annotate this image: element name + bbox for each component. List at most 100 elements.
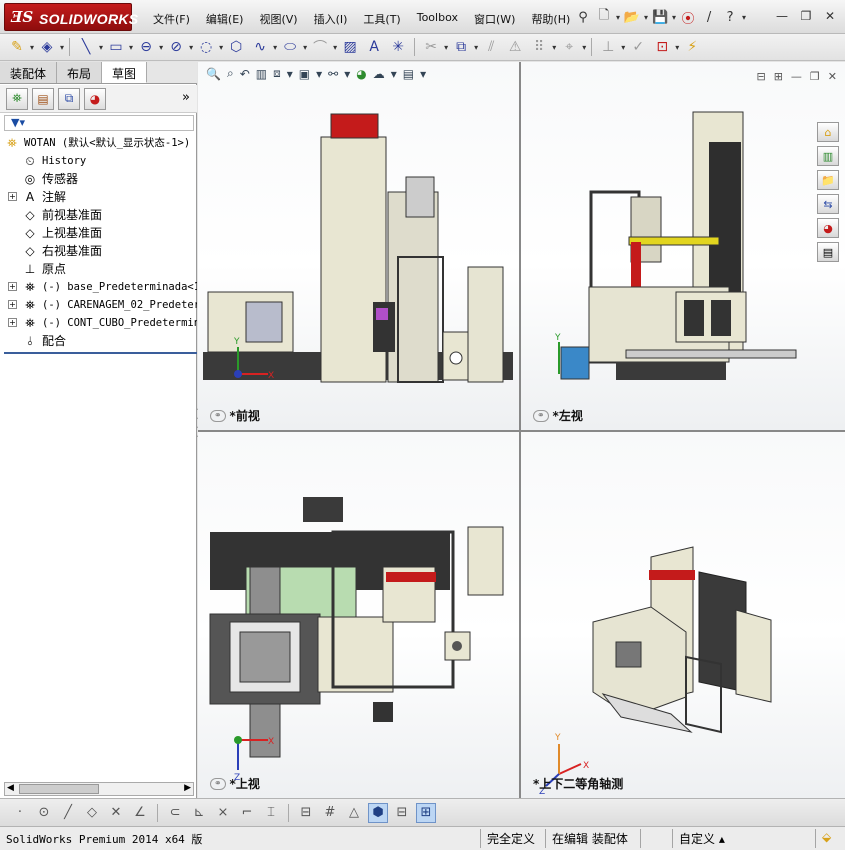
units-selector[interactable]: 自定义 ▴ [672,829,752,848]
tree-filter[interactable]: ▼▾ [4,115,194,131]
chevron-down-icon[interactable]: ▾ [316,67,322,81]
two-view-icon[interactable]: ⊟ [392,803,412,823]
tree-item[interactable]: ◇ 上视基准面 [0,224,197,242]
chevron-down-icon[interactable]: ▾ [444,43,448,52]
link-views-icon[interactable]: ⚭ [210,409,226,422]
link-views-icon[interactable]: ⊟ [756,70,765,83]
chevron-down-icon[interactable]: ▾ [742,13,746,22]
chevron-down-icon[interactable]: ▾ [420,67,426,81]
tree-item[interactable]: + A 注解 [0,188,197,206]
section-view-icon[interactable]: ▥ [256,67,267,81]
appearances-icon[interactable]: ◕ [817,218,839,238]
tree-root-assembly[interactable]: ⛯ WOTAN (默认<默认_显示状态-1>) [0,134,197,152]
chevron-down-icon[interactable]: ▾ [129,43,133,52]
chevron-down-icon[interactable]: ▾ [675,43,679,52]
feature-manager-icon[interactable]: ⛯ [6,87,28,110]
menu-help[interactable]: 帮助(H) [523,9,578,29]
rapid-sketch-icon[interactable]: ⊡ [651,36,673,58]
zoom-to-area-icon[interactable]: ⌕ [227,66,234,81]
help-icon[interactable]: ? [721,8,739,26]
tab-assembly[interactable]: 装配体 [0,62,58,83]
chevron-down-icon[interactable]: ▾ [30,43,34,52]
menu-toolbox[interactable]: Toolbox [409,9,466,29]
minimize-icon[interactable]: — [791,70,802,83]
text-icon[interactable]: A [363,36,385,58]
rectangle-icon[interactable]: ▭ [105,36,127,58]
offset-icon[interactable]: ⫽ [480,36,502,58]
circle-icon[interactable]: ⊙ [34,803,54,823]
previous-view-icon[interactable]: ↶ [240,67,250,81]
plane-icon[interactable]: ▨ [339,36,361,58]
isometric-cube-icon[interactable]: ⬢ [368,802,388,823]
view-palette-icon[interactable]: ⇆ [817,194,839,214]
move-entities-icon[interactable]: ⌖ [558,36,580,58]
tree-item[interactable]: + ⛯ (-) CONT_CUBO_Predeterminada<1> [0,314,197,332]
link-views-icon[interactable]: ⚭ [533,409,549,422]
line-icon[interactable]: ╱ [58,803,78,823]
chevron-down-icon[interactable]: ▾ [644,13,648,22]
convert-entities-icon[interactable]: ⧉ [450,36,472,58]
tree-item[interactable]: ◇ 右视基准面 [0,242,197,260]
chevron-down-icon[interactable]: ▾ [552,43,556,52]
tree-item[interactable]: ⏲ History [0,152,197,170]
split-view-icon[interactable]: ⊞ [774,70,783,83]
minimize-icon[interactable]: — [773,8,791,24]
chevron-down-icon[interactable]: ▾ [189,43,193,52]
corner-icon[interactable]: ⌐ [237,803,257,823]
chevron-down-icon[interactable]: ▾ [672,13,676,22]
smart-dimension-icon[interactable]: ◈ [36,36,58,58]
chevron-down-icon[interactable]: ▾ [159,43,163,52]
spline-icon[interactable]: ∿ [249,36,271,58]
chevron-down-icon[interactable]: ▾ [287,67,293,81]
tree-item[interactable]: ⫰ 配合 [0,332,197,350]
chevron-down-icon[interactable]: ▾ [219,43,223,52]
slot-icon[interactable]: ⊖ [135,36,157,58]
menu-tools[interactable]: 工具(T) [355,9,408,29]
display-relations-icon[interactable]: ⊥ [597,36,619,58]
home-icon[interactable]: ⌂ [817,122,839,142]
display-style-icon[interactable]: ▣ [299,67,310,81]
options-icon[interactable]: / [700,8,718,26]
scroll-left-icon[interactable]: ◀ [7,783,14,793]
property-manager-icon[interactable]: ▤ [32,87,54,110]
restore-icon[interactable]: ❐ [810,70,820,83]
sketch-icon[interactable]: ✎ [6,36,28,58]
angle-icon[interactable]: ∠ [130,803,150,823]
pin-icon[interactable]: ⚲ [574,8,592,26]
display-manager-icon[interactable]: ◕ [84,87,106,110]
chevron-down-icon[interactable]: ▾ [99,43,103,52]
horizontal-icon[interactable]: ⊟ [296,803,316,823]
chevron-down-icon[interactable]: ▾ [60,43,64,52]
graphics-area[interactable]: 🔍 ⌕ ↶ ▥ ⧈ ▾ ▣ ▾ ⚯ ▾ ◕ ☁ ▾ ▤ ▾ X Y ⚭ *前视 … [198,62,845,798]
menu-file[interactable]: 文件(F) [145,9,198,29]
file-explorer-icon[interactable]: 📁 [817,170,839,190]
view-settings-icon[interactable]: ▤ [403,67,414,81]
chevron-down-icon[interactable]: ▾ [474,43,478,52]
mirror-icon[interactable]: ⚠ [504,36,526,58]
chevron-down-icon[interactable]: ▾ [273,43,277,52]
perpendicular-icon[interactable]: ⊾ [189,803,209,823]
expand-icon[interactable]: + [8,300,17,309]
chevron-down-icon[interactable]: ▾ [582,43,586,52]
instant2d-icon[interactable]: ⚡ [681,36,703,58]
tree-item[interactable]: + ⛯ (-) CARENAGEM_02_Predeterminada<1> [0,296,197,314]
apply-scene-icon[interactable]: ☁ [373,67,385,81]
scroll-right-icon[interactable]: ▶ [184,783,191,793]
chevron-down-icon[interactable]: ▾ [391,67,397,81]
expand-icon[interactable]: + [8,318,17,327]
fillet-icon[interactable]: ⌒ [309,36,331,58]
point-icon[interactable]: ✳ [387,36,409,58]
restore-icon[interactable]: ❐ [797,8,815,24]
solidworks-logo[interactable]: ƎS SOLIDWORKS [4,3,138,31]
chevron-down-icon[interactable]: ▾ [333,43,337,52]
link-views-icon[interactable]: ⚭ [210,777,226,790]
expand-icon[interactable]: + [8,192,17,201]
chevron-down-icon[interactable]: ▾ [303,43,307,52]
custom-properties-icon[interactable]: ▤ [817,242,839,262]
close-icon[interactable]: ✕ [821,8,839,24]
linear-pattern-icon[interactable]: ⠿ [528,36,550,58]
line-icon[interactable]: ╲ [75,36,97,58]
close-icon[interactable]: ✕ [828,70,837,83]
viewport-front[interactable]: 🔍 ⌕ ↶ ▥ ⧈ ▾ ▣ ▾ ⚯ ▾ ◕ ☁ ▾ ▤ ▾ X Y ⚭ *前视 [198,62,519,430]
polygon-icon[interactable]: ⬡ [225,36,247,58]
